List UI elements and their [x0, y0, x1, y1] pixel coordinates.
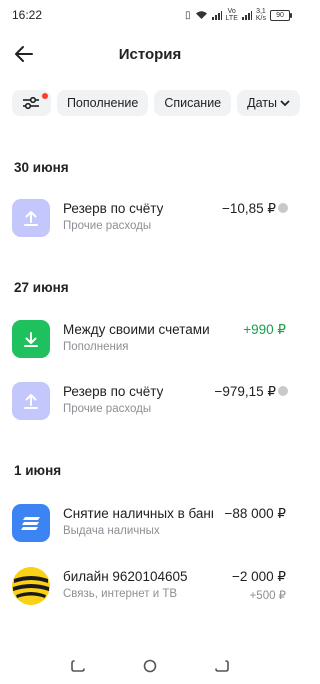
section-date: 1 июня [14, 463, 62, 478]
transaction-row[interactable]: Между своими счетами Пополнения +990 ₽ [0, 320, 300, 370]
transaction-icon-tile [12, 382, 50, 420]
section-date: 30 июня [14, 160, 69, 175]
upload-icon [24, 394, 38, 409]
transaction-icon-tile [12, 504, 50, 542]
transaction-title: Резерв по счёту [63, 201, 164, 216]
transaction-row[interactable]: Резерв по счёту Прочие расходы −979,15 ₽ [0, 382, 300, 432]
network-speed: 3,1 K/s [255, 8, 266, 22]
recents-icon[interactable] [71, 659, 85, 673]
transaction-row[interactable]: Резерв по счёту Прочие расходы −10,85 ₽ [0, 199, 300, 249]
vibrate-icon: ▯ [185, 9, 191, 21]
transaction-title: Между своими счетами [63, 322, 210, 337]
transaction-title: билайн 9620104605 [63, 569, 188, 584]
sliders-icon [23, 96, 40, 110]
header: История [0, 30, 300, 78]
upload-icon [24, 211, 38, 226]
transaction-amount: −2 000 ₽ [231, 569, 286, 584]
filter-settings-button[interactable] [12, 90, 51, 116]
download-icon [24, 332, 38, 347]
status-time: 16:22 [12, 8, 43, 22]
transaction-row[interactable]: Снятие наличных в банкомате Выдача налич… [0, 504, 300, 554]
signal-icon [211, 10, 222, 20]
battery-icon: 90 [270, 9, 292, 21]
back-nav-icon[interactable] [215, 659, 229, 673]
status-bar: 16:22 ▯ Vo LTE 3,1 K/s 90 [0, 0, 300, 30]
transaction-amount: −88 000 ₽ [224, 506, 286, 521]
section-date: 27 июня [14, 280, 69, 295]
transaction-amount: −10,85 ₽ [221, 201, 276, 216]
beeline-logo-icon [12, 567, 50, 605]
filter-income-chip[interactable]: Пополнение [56, 90, 149, 116]
pending-clock-icon [278, 386, 288, 396]
transaction-icon-tile [12, 199, 50, 237]
cash-icon [21, 517, 40, 530]
filter-expense-chip[interactable]: Списание [154, 90, 232, 116]
transaction-category: Прочие расходы [63, 403, 152, 415]
status-icons: ▯ Vo LTE 3,1 K/s 90 [185, 8, 292, 22]
chevron-down-icon [280, 99, 290, 106]
transaction-title: Резерв по счёту [63, 384, 164, 399]
transaction-icon-tile [12, 320, 50, 358]
home-icon[interactable] [143, 659, 157, 673]
active-filter-dot [41, 93, 48, 99]
transaction-category: Пополнения [63, 341, 129, 353]
transaction-amount: +990 ₽ [243, 322, 286, 337]
cashback-amount: +500 ₽ [249, 590, 286, 602]
beeline-logo [12, 567, 50, 605]
signal-icon-2 [241, 10, 252, 20]
system-nav-bar [0, 648, 300, 684]
wifi-icon [195, 11, 207, 19]
filter-dates-label: Даты [247, 96, 277, 110]
transaction-category: Выдача наличных [63, 525, 160, 537]
transaction-title: Снятие наличных в банкомате [63, 506, 213, 521]
transaction-category: Связь, интернет и ТВ [63, 588, 178, 600]
transaction-category: Прочие расходы [63, 220, 152, 232]
pending-clock-icon [278, 203, 288, 213]
transaction-row[interactable]: билайн 9620104605 Связь, интернет и ТВ −… [0, 567, 300, 617]
network-type: Vo LTE [225, 8, 238, 22]
filter-bar: Пополнение Списание Даты [0, 78, 300, 116]
page-title: История [118, 45, 182, 63]
filter-dates-chip[interactable]: Даты [237, 90, 300, 116]
transaction-amount: −979,15 ₽ [214, 384, 276, 399]
back-arrow-icon[interactable] [12, 42, 36, 66]
